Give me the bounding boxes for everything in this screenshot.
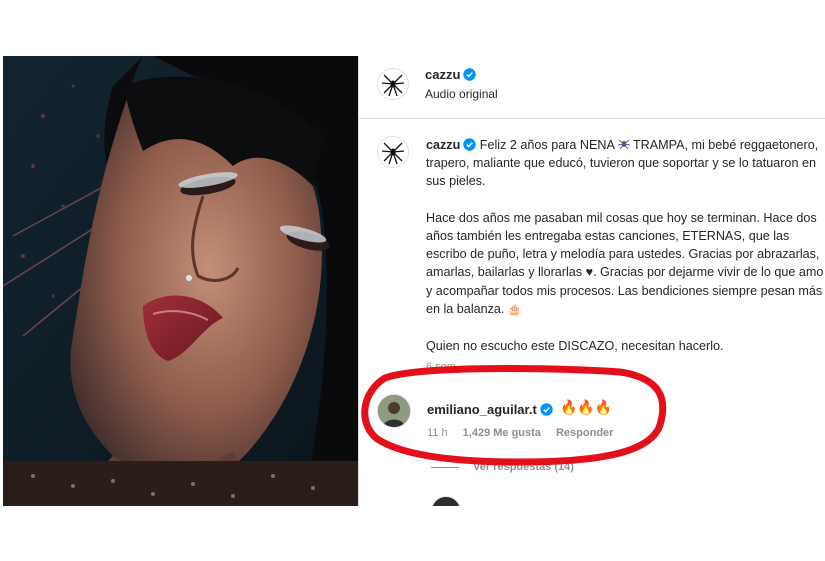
- caption-avatar[interactable]: [377, 136, 409, 168]
- heart-icon: ♥: [585, 265, 594, 280]
- header-divider: [359, 118, 825, 119]
- post-photo: [3, 56, 358, 506]
- author-avatar[interactable]: [377, 68, 409, 100]
- caption-paragraph-3: Quien no escucho este DISCAZO, necesitan…: [426, 339, 724, 354]
- author-username[interactable]: cazzu: [425, 67, 477, 82]
- commenter-username[interactable]: emiliano_aguilar.t: [427, 402, 553, 417]
- comment-likes[interactable]: 1,429 Me gusta: [463, 427, 541, 439]
- commenter-avatar[interactable]: [377, 394, 411, 428]
- spider-emoji-icon: [617, 139, 630, 150]
- comment-fire-emojis: 🔥🔥🔥: [560, 399, 613, 415]
- post-header: cazzu Audio original: [359, 56, 825, 120]
- audio-label[interactable]: Audio original: [425, 87, 498, 101]
- commenter-username-text[interactable]: emiliano_aguilar.t: [427, 402, 537, 417]
- verified-badge-icon: [463, 68, 477, 81]
- post-caption: cazzu Feliz 2 años para NENA TRAMPA, mi …: [426, 136, 825, 355]
- spider-icon: [381, 142, 405, 165]
- view-replies-text[interactable]: Ver respuestas (14): [473, 461, 574, 473]
- view-replies-button[interactable]: Ver respuestas (14): [431, 461, 574, 473]
- replies-line: [431, 466, 459, 468]
- comment-meta: 11 h 1,429 Me gusta Responder: [427, 427, 625, 439]
- verified-badge-icon: [540, 403, 553, 416]
- next-comment-partial: [431, 494, 811, 506]
- screenshot-canvas: cazzu Audio original cazzu Feliz 2 años …: [0, 0, 825, 561]
- caption-username[interactable]: cazzu: [426, 138, 460, 152]
- post-time[interactable]: 6 sem: [426, 361, 456, 373]
- reply-button[interactable]: Responder: [556, 427, 613, 439]
- comment-time[interactable]: 11 h: [427, 427, 448, 439]
- caption-text-1a: Feliz 2 años para NENA: [479, 138, 618, 152]
- commenter-photo-icon: [378, 395, 410, 427]
- verified-badge-icon: [463, 138, 476, 151]
- author-username-text[interactable]: cazzu: [425, 67, 460, 82]
- post-details-panel: cazzu Audio original cazzu Feliz 2 años …: [359, 56, 825, 506]
- cake-icon: 🎂: [507, 303, 522, 316]
- portrait-image: [3, 56, 358, 506]
- spider-icon: [381, 74, 405, 97]
